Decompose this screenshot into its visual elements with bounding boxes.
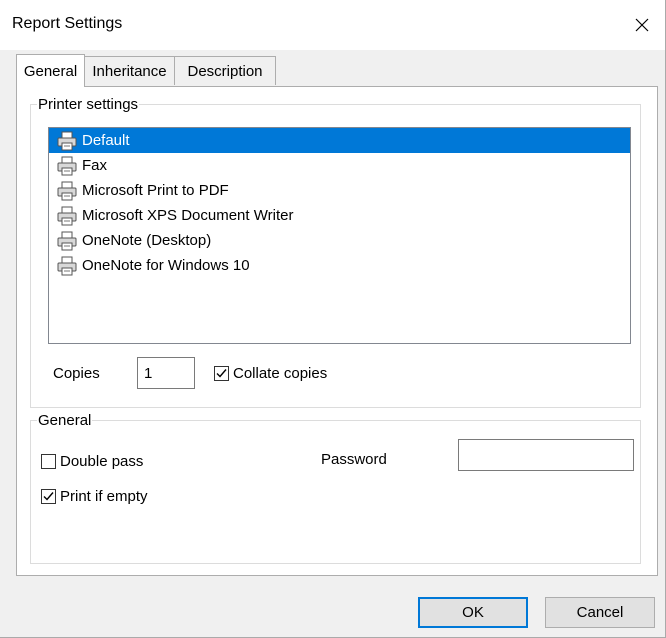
close-button[interactable] [619, 0, 665, 50]
printer-item-label: OneNote for Windows 10 [82, 257, 250, 274]
window-title: Report Settings [12, 15, 123, 32]
copies-label: Copies [53, 365, 100, 382]
tab-description[interactable]: Description [174, 56, 276, 85]
cancel-button[interactable]: Cancel [545, 597, 655, 628]
checkmark-icon [43, 492, 54, 501]
tab-general[interactable]: General [16, 54, 85, 87]
printer-item-fax[interactable]: Fax [49, 153, 630, 178]
printer-item-default[interactable]: Default [49, 128, 630, 153]
collate-copies-label: Collate copies [233, 365, 328, 382]
printer-item-label: Fax [82, 157, 108, 174]
printer-item-label: Default [82, 132, 130, 149]
password-label: Password [321, 451, 387, 468]
printer-item-onenote-for-windows-10[interactable]: OneNote for Windows 10 [49, 253, 630, 278]
printer-icon [57, 206, 77, 225]
tab-description-label: Description [187, 62, 263, 80]
ok-button-label: OK [462, 604, 484, 621]
printer-item-label: Microsoft XPS Document Writer [82, 207, 294, 224]
ok-button[interactable]: OK [418, 597, 528, 628]
printer-settings-legend: Printer settings [38, 96, 139, 113]
printer-icon [57, 156, 77, 175]
tab-inheritance-label: Inheritance [92, 62, 167, 80]
report-settings-dialog: Report Settings General Inheritance Desc… [0, 0, 666, 638]
printer-icon [57, 131, 77, 150]
printer-icon [57, 256, 77, 275]
print-if-empty-checkbox[interactable]: Print if empty [41, 488, 148, 505]
printer-item-microsoft-print-to-pdf[interactable]: Microsoft Print to PDF [49, 178, 630, 203]
general-legend: General [38, 412, 92, 429]
copies-input[interactable] [137, 357, 195, 389]
printer-item-label: OneNote (Desktop) [82, 232, 212, 249]
printer-icon [57, 231, 77, 250]
collate-copies-checkbox[interactable]: Collate copies [214, 365, 327, 382]
printer-list[interactable]: Default Fax Microsoft Print to PDF Micro… [48, 127, 631, 344]
collate-copies-box [214, 366, 229, 381]
password-input[interactable] [458, 439, 634, 471]
title-bar: Report Settings [0, 0, 665, 50]
print-if-empty-box [41, 489, 56, 504]
printer-item-microsoft-xps-document-writer[interactable]: Microsoft XPS Document Writer [49, 203, 630, 228]
printer-item-onenote-desktop[interactable]: OneNote (Desktop) [49, 228, 630, 253]
print-if-empty-label: Print if empty [60, 488, 148, 505]
double-pass-label: Double pass [60, 453, 144, 470]
tab-panel-general: Printer settings Default Fax Microsoft P… [16, 86, 658, 576]
printer-item-label: Microsoft Print to PDF [82, 182, 229, 199]
close-icon [635, 18, 649, 32]
tab-general-label: General [23, 62, 78, 80]
cancel-button-label: Cancel [576, 604, 624, 621]
printer-icon [57, 181, 77, 200]
double-pass-checkbox[interactable]: Double pass [41, 453, 143, 470]
checkmark-icon [216, 369, 227, 378]
tab-inheritance[interactable]: Inheritance [83, 56, 176, 85]
double-pass-box [41, 454, 56, 469]
